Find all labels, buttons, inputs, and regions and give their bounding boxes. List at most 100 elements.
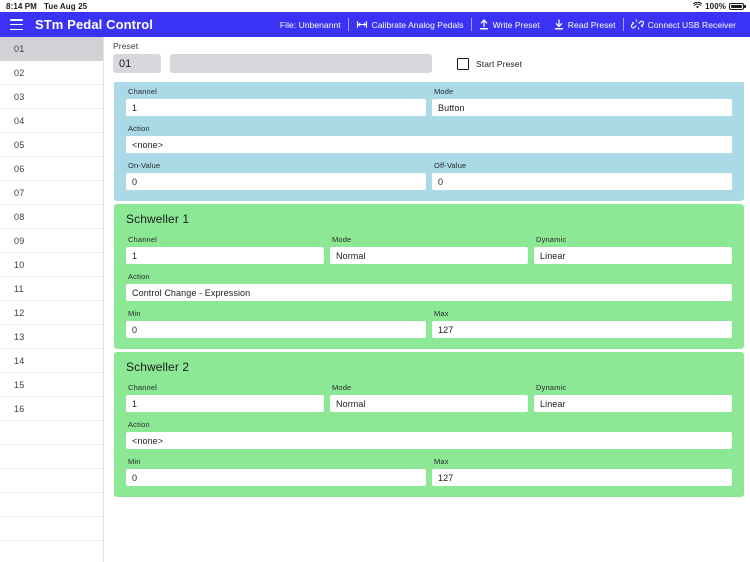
preset-name-input[interactable] bbox=[170, 54, 432, 73]
start-preset-toggle[interactable]: Start Preset bbox=[457, 57, 523, 70]
card-pedal-1: Pedal 1Channel1ModeButtonAction<none>On-… bbox=[114, 68, 744, 201]
field-row: Action Control Change - Expression bbox=[126, 272, 732, 301]
card-title: Schweller 1 bbox=[126, 212, 190, 226]
preset-detail-pane: Preset 01 Start Preset Pedal 1Channel1Mo… bbox=[104, 37, 750, 562]
start-preset-label: Start Preset bbox=[476, 58, 523, 69]
app-bar: STm Pedal Control File: Unbenannt Calibr… bbox=[0, 12, 750, 37]
field-pedal-1-on-value: On-Value 0 bbox=[126, 161, 426, 190]
write-preset-label: Write Preset bbox=[492, 19, 540, 30]
input-schweller-1-max[interactable]: 127 bbox=[432, 321, 732, 338]
sidebar-preset-label: 15 bbox=[14, 379, 25, 390]
sidebar-preset-row[interactable]: 08 bbox=[0, 205, 103, 229]
sidebar-preset-row[interactable]: 10 bbox=[0, 253, 103, 277]
input-pedal-1-on-value[interactable]: 0 bbox=[126, 173, 426, 190]
sidebar-preset-label: 09 bbox=[14, 235, 25, 246]
sidebar-preset-label: 05 bbox=[14, 139, 25, 150]
preset-header: Preset 01 Start Preset bbox=[104, 37, 750, 82]
field-schweller-1-max: Max 127 bbox=[432, 309, 732, 338]
sidebar-preset-row[interactable]: 07 bbox=[0, 181, 103, 205]
start-preset-checkbox[interactable] bbox=[457, 57, 469, 70]
card-list: Pedal 1Channel1ModeButtonAction<none>On-… bbox=[104, 37, 750, 497]
sidebar-preset-row[interactable]: 01 bbox=[0, 37, 103, 61]
field-pedal-1-channel: Channel 1 bbox=[126, 87, 426, 116]
input-schweller-2-mode[interactable]: Normal bbox=[330, 395, 528, 412]
input-schweller-1-channel[interactable]: 1 bbox=[126, 247, 324, 264]
workspace: 01 02 03 04 05 06 07 08 09 10 11 12 13 14 15 16 Preset … bbox=[0, 37, 750, 562]
field-label-channel: Channel bbox=[128, 87, 157, 96]
sidebar-preset-row[interactable]: 06 bbox=[0, 157, 103, 181]
sidebar-preset-label: 03 bbox=[14, 91, 25, 102]
field-label-max: Max bbox=[434, 457, 449, 466]
sidebar-preset-label: 12 bbox=[14, 307, 25, 318]
calibrate-analog-pedals-button[interactable]: Calibrate Analog Pedals bbox=[349, 20, 471, 30]
input-pedal-1-off-value[interactable]: 0 bbox=[432, 173, 732, 190]
field-schweller-1-mode: Mode Normal bbox=[330, 235, 528, 264]
card-schweller-2: Schweller 2 Channel 1 Mode Normal Dynamic Line… bbox=[114, 352, 744, 497]
read-preset-button[interactable]: Read Preset bbox=[547, 19, 623, 30]
field-schweller-2-action: Action <none> bbox=[126, 420, 732, 449]
sidebar-empty-row bbox=[0, 469, 103, 493]
sidebar-preset-label: 06 bbox=[14, 163, 25, 174]
input-schweller-1-action[interactable]: Control Change - Expression bbox=[126, 284, 732, 301]
sidebar-preset-row[interactable]: 16 bbox=[0, 397, 103, 421]
field-label-mode: Mode bbox=[332, 235, 352, 244]
input-pedal-1-mode[interactable]: Button bbox=[432, 99, 732, 116]
field-schweller-2-max: Max 127 bbox=[432, 457, 732, 486]
field-label-mode: Mode bbox=[434, 87, 454, 96]
field-pedal-1-off-value: Off-Value 0 bbox=[432, 161, 732, 190]
sidebar-preset-row[interactable]: 03 bbox=[0, 85, 103, 109]
input-schweller-1-mode[interactable]: Normal bbox=[330, 247, 528, 264]
status-date: Tue Aug 25 bbox=[43, 1, 88, 11]
sidebar-preset-row[interactable]: 14 bbox=[0, 349, 103, 373]
input-schweller-2-min[interactable]: 0 bbox=[126, 469, 426, 486]
sidebar-preset-row[interactable]: 09 bbox=[0, 229, 103, 253]
input-schweller-2-channel[interactable]: 1 bbox=[126, 395, 324, 412]
input-pedal-1-action[interactable]: <none> bbox=[126, 136, 732, 153]
input-schweller-2-action[interactable]: <none> bbox=[126, 432, 732, 449]
write-preset-button[interactable]: Write Preset bbox=[472, 19, 547, 30]
read-preset-label: Read Preset bbox=[567, 19, 616, 30]
sidebar-empty-row bbox=[0, 517, 103, 541]
field-schweller-2-mode: Mode Normal bbox=[330, 383, 528, 412]
status-bar-right: 100% bbox=[692, 1, 746, 11]
input-schweller-2-dynamic[interactable]: Linear bbox=[534, 395, 732, 412]
sidebar-preset-row[interactable]: 15 bbox=[0, 373, 103, 397]
sidebar-preset-row[interactable]: 12 bbox=[0, 301, 103, 325]
sidebar-preset-row[interactable]: 11 bbox=[0, 277, 103, 301]
field-row: Min 0 Max 127 bbox=[126, 309, 732, 338]
preset-controls-row: 01 Start Preset bbox=[113, 54, 750, 73]
field-pedal-1-mode: Mode Button bbox=[432, 87, 732, 116]
input-pedal-1-channel[interactable]: 1 bbox=[126, 99, 426, 116]
sidebar-preset-label: 11 bbox=[14, 283, 24, 294]
sidebar-preset-label: 02 bbox=[14, 67, 25, 78]
sidebar-empty-row bbox=[0, 421, 103, 445]
field-schweller-1-action: Action Control Change - Expression bbox=[126, 272, 732, 301]
file-status-text: File: Unbenannt bbox=[279, 19, 341, 30]
file-status-label: File: Unbenannt bbox=[273, 20, 348, 30]
preset-number-input[interactable]: 01 bbox=[113, 54, 161, 73]
field-schweller-2-min: Min 0 bbox=[126, 457, 426, 486]
field-pedal-1-action: Action <none> bbox=[126, 124, 732, 153]
sidebar-preset-row[interactable]: 05 bbox=[0, 133, 103, 157]
connect-usb-receiver-button[interactable]: Connect USB Receiver bbox=[624, 19, 743, 30]
field-row: Channel 1 Mode Normal Dynamic Linear bbox=[126, 235, 732, 264]
field-label-action: Action bbox=[128, 272, 150, 281]
field-schweller-1-min: Min 0 bbox=[126, 309, 426, 338]
field-row: On-Value 0 Off-Value 0 bbox=[126, 161, 732, 190]
input-schweller-2-max[interactable]: 127 bbox=[432, 469, 732, 486]
field-label-off-value: Off-Value bbox=[434, 161, 467, 170]
field-label-mode: Mode bbox=[332, 383, 352, 392]
sidebar-preset-row[interactable]: 13 bbox=[0, 325, 103, 349]
field-schweller-2-dynamic: Dynamic Linear bbox=[534, 383, 732, 412]
field-schweller-1-channel: Channel 1 bbox=[126, 235, 324, 264]
sidebar-preset-row[interactable]: 02 bbox=[0, 61, 103, 85]
input-schweller-1-dynamic[interactable]: Linear bbox=[534, 247, 732, 264]
input-schweller-1-min[interactable]: 0 bbox=[126, 321, 426, 338]
page-title: STm Pedal Control bbox=[35, 17, 153, 32]
card-schweller-1: Schweller 1 Channel 1 Mode Normal Dynamic Line… bbox=[114, 204, 744, 349]
hamburger-menu-icon[interactable] bbox=[10, 19, 23, 30]
sidebar-preset-row[interactable]: 04 bbox=[0, 109, 103, 133]
field-label-action: Action bbox=[128, 124, 150, 133]
preset-list-sidebar[interactable]: 01 02 03 04 05 06 07 08 09 10 11 12 13 14 15 16 bbox=[0, 37, 104, 562]
field-row: Channel 1 Mode Button bbox=[126, 87, 732, 116]
